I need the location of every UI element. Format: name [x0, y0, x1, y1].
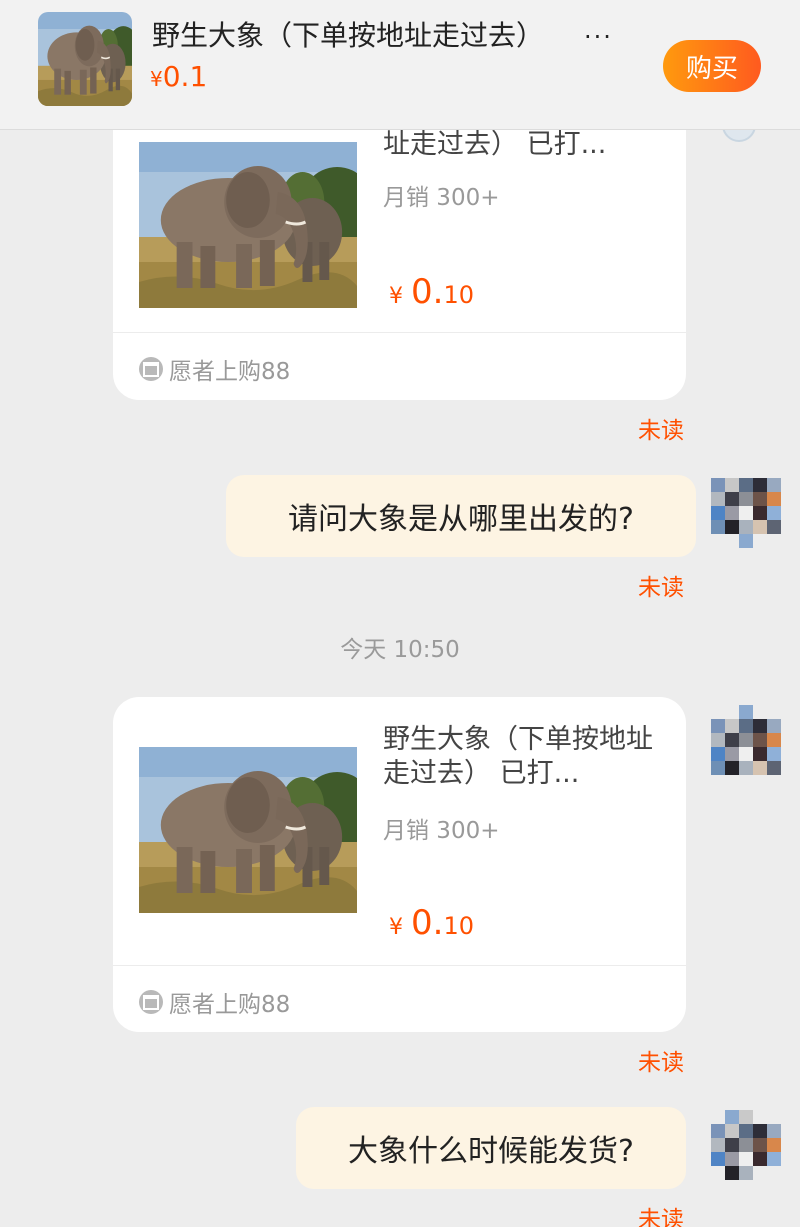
card-product-image[interactable]	[139, 747, 357, 913]
card-divider	[113, 332, 686, 333]
product-header[interactable]: 野生大象（下单按地址走过去） ... ¥0.1 购买	[0, 0, 800, 130]
price-decimal: 10	[443, 281, 474, 309]
read-status: 未读	[638, 1207, 684, 1227]
elephant-photo-icon	[38, 12, 132, 106]
shop-icon	[139, 357, 163, 381]
card-price: ¥0.10	[389, 903, 474, 943]
shop-icon	[139, 990, 163, 1014]
card-sales: 月销 300+	[383, 818, 500, 844]
elephant-photo-icon	[139, 747, 357, 913]
card-shop[interactable]: 愿者上购88	[139, 985, 290, 1019]
read-status: 未读	[638, 1050, 684, 1076]
read-status: 未读	[638, 575, 684, 601]
chat-screen: 野生大象（下单按地址走过去） ... ¥0.1 购买 址走过去） 已打... 月…	[0, 0, 800, 1227]
card-price: ¥0.10	[389, 272, 474, 312]
price-integer: 0.	[411, 272, 444, 312]
shop-name: 愿者上购88	[169, 992, 291, 1018]
user-avatar[interactable]	[711, 1110, 781, 1180]
card-title: 野生大象（下单按地址走过去） 已打...	[383, 724, 653, 789]
card-shop[interactable]: 愿者上购88	[139, 352, 290, 386]
message-bubble[interactable]: 大象什么时候能发货?	[296, 1107, 686, 1189]
price-decimal: 10	[443, 912, 474, 940]
product-title[interactable]: 野生大象（下单按地址走过去）	[152, 14, 544, 54]
price-integer: 0.	[411, 903, 444, 943]
chat-timestamp: 今天 10:50	[340, 637, 460, 663]
card-divider	[113, 965, 686, 966]
price-amount: 0.1	[162, 60, 208, 93]
user-avatar[interactable]	[711, 478, 781, 548]
card-title: 址走过去） 已打...	[383, 129, 607, 160]
card-sales: 月销 300+	[383, 185, 500, 211]
read-status: 未读	[638, 418, 684, 444]
product-card[interactable]: 址走过去） 已打... 月销 300+ ¥0.10 愿者上购88	[113, 92, 686, 400]
currency-symbol: ¥	[389, 915, 403, 940]
product-card[interactable]: 野生大象（下单按地址走过去） 已打... 月销 300+ ¥0.10 愿者上购8…	[113, 697, 686, 1032]
currency-symbol: ¥	[150, 67, 163, 91]
card-product-image[interactable]	[139, 142, 357, 308]
product-thumbnail[interactable]	[38, 12, 132, 106]
product-price: ¥0.1	[150, 60, 207, 93]
currency-symbol: ¥	[389, 284, 403, 309]
message-bubble[interactable]: 请问大象是从哪里出发的?	[226, 475, 696, 557]
shop-name: 愿者上购88	[169, 359, 291, 385]
user-avatar[interactable]	[711, 705, 781, 775]
title-ellipsis: ...	[584, 16, 613, 44]
buy-button[interactable]: 购买	[663, 40, 761, 92]
elephant-photo-icon	[139, 142, 357, 308]
